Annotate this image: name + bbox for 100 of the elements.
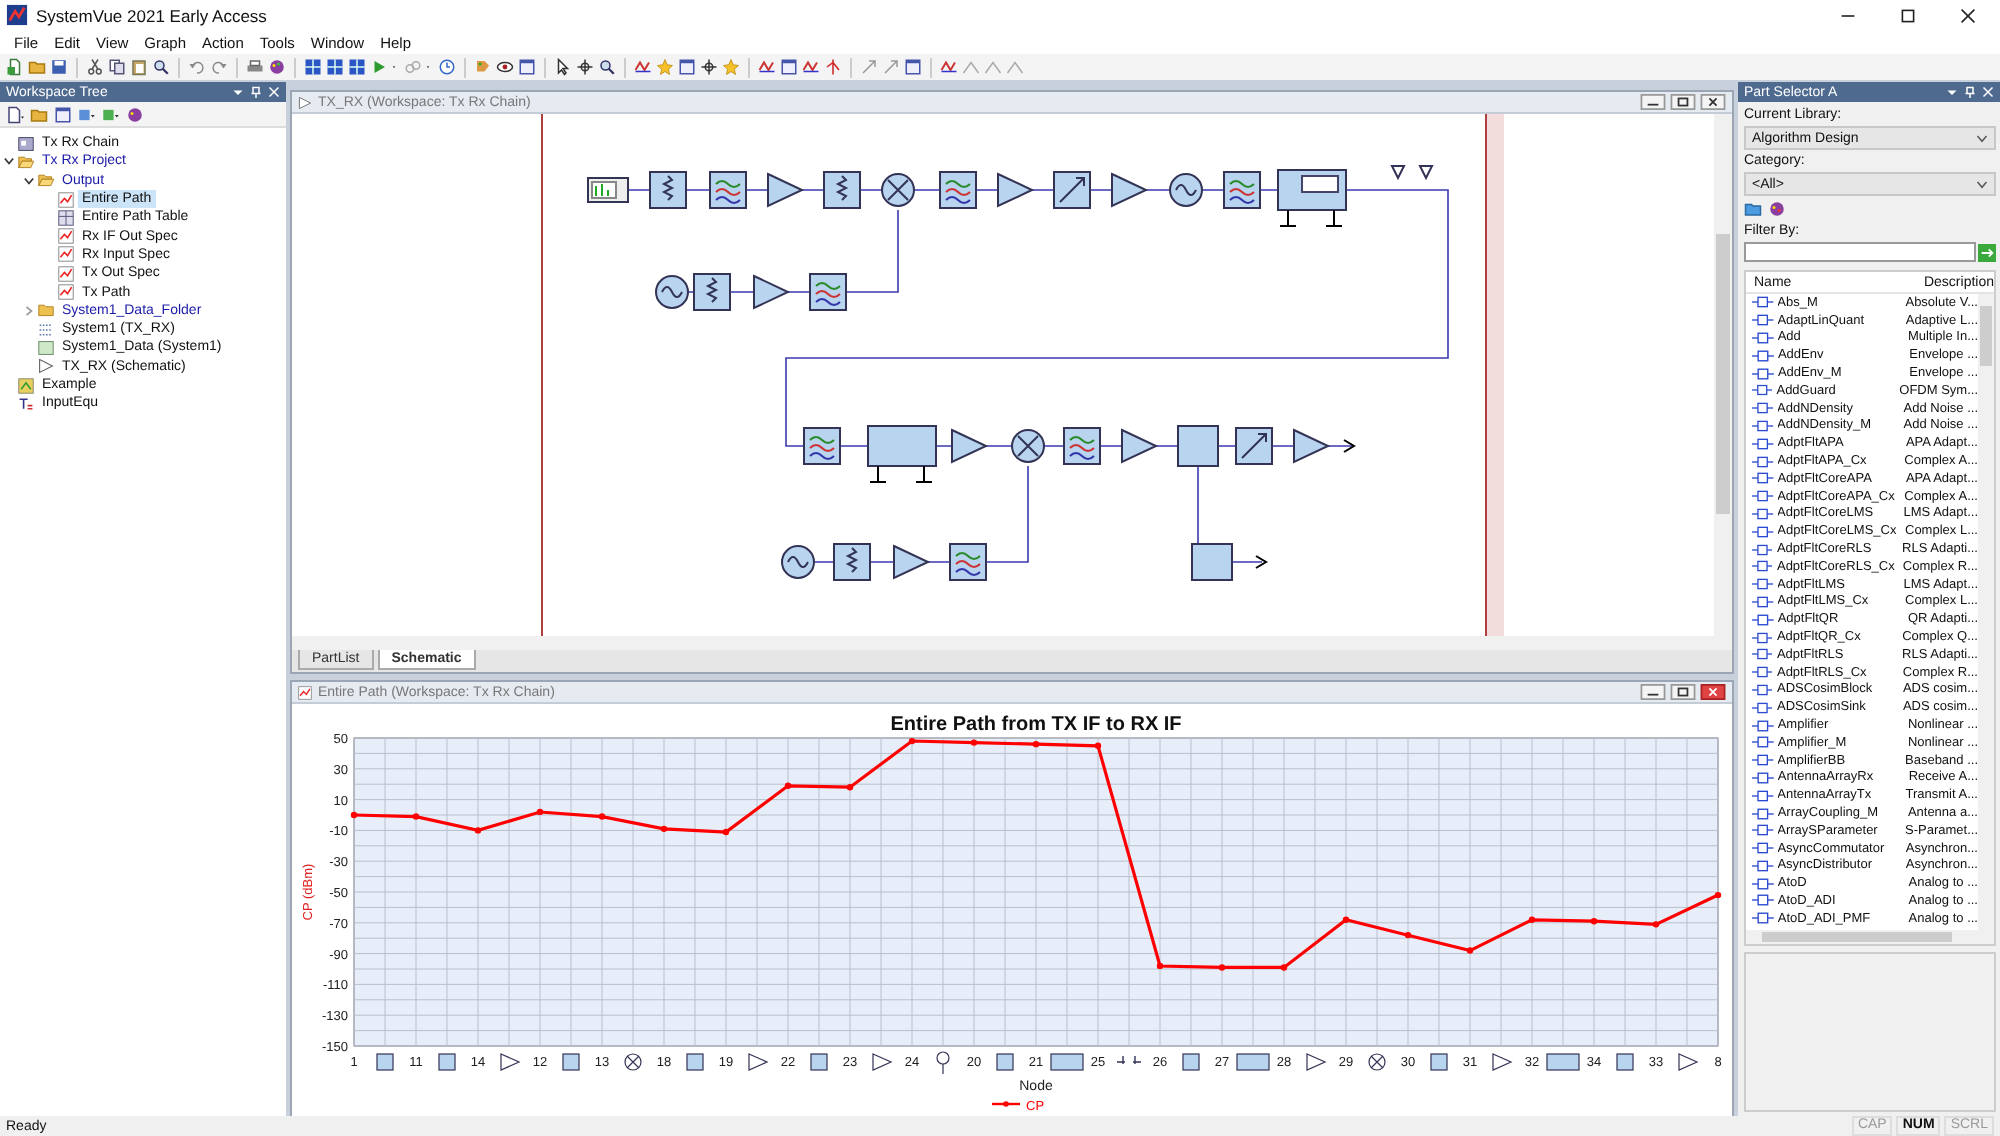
cut-icon[interactable] [86,58,104,76]
filter-block-icon [810,1053,828,1071]
equation-icon [18,395,34,412]
star-icon[interactable] [722,58,740,76]
paste-icon[interactable] [130,58,148,76]
data-point [970,739,978,746]
filter-field[interactable] [1744,242,1976,262]
expanded-caret-icon[interactable] [4,156,14,167]
eye-icon[interactable] [496,58,514,76]
part-icon [1752,824,1774,837]
palette-icon[interactable] [1768,200,1786,218]
data-point [722,828,730,836]
part-icon [1752,560,1773,573]
data-point [1714,891,1722,899]
part-icon [1752,754,1774,767]
data-point [1652,921,1660,928]
amplifier-icon [1678,1053,1699,1071]
wave-icon[interactable] [802,58,820,76]
part-icon [1752,771,1774,784]
table-icon [58,209,74,226]
window-icon[interactable] [518,58,536,76]
line-icon[interactable] [860,58,878,76]
schematic-icon [38,358,54,375]
minimize-icon[interactable] [1640,684,1666,700]
open-folder-icon[interactable] [1744,200,1762,218]
palette-icon[interactable] [126,105,144,123]
copy-icon[interactable] [108,58,126,76]
data-point [1032,740,1040,748]
part-icon [1752,314,1774,327]
part-icon [1752,455,1774,468]
add-icon[interactable] [102,105,120,123]
part-icon [1752,437,1774,450]
part-icon [1752,648,1773,661]
data-point [846,784,854,791]
close-icon[interactable] [1960,7,1976,23]
line-icon[interactable] [882,58,900,76]
data-point [908,737,916,745]
move-icon[interactable] [576,58,594,76]
restore-icon[interactable] [1670,94,1696,110]
part-icon [1752,543,1773,556]
graph-icon [298,685,312,699]
part-icon [1752,666,1773,679]
new-file-icon[interactable] [6,58,24,76]
part-icon [1752,683,1773,696]
pointer-icon[interactable] [554,58,572,76]
filter-block-icon [996,1053,1014,1071]
caret-icon[interactable] [232,86,244,98]
filter-block-icon [686,1053,704,1071]
window-title: SystemVue 2021 Early Access [36,5,267,25]
part-icon [1752,367,1774,380]
mixer-icon [1368,1053,1386,1071]
maximize-icon[interactable] [1900,7,1916,23]
apply-filter-icon[interactable] [1978,243,1996,261]
close-icon[interactable] [1700,684,1726,700]
restore-icon[interactable] [1670,684,1696,700]
data-point [784,782,792,789]
window-icon[interactable] [54,105,72,123]
expanded-caret-icon[interactable] [24,175,34,186]
collapsed-caret-icon[interactable] [24,305,34,316]
data-point [598,813,606,820]
minimize-icon[interactable] [1640,94,1666,110]
data-point [1280,964,1288,971]
part-icon [1752,894,1774,907]
part-icon [1752,877,1774,890]
undo-icon[interactable] [188,58,206,76]
amplifier-icon [500,1053,521,1071]
antenna-icon [936,1051,950,1075]
find-icon[interactable] [152,58,170,76]
zoom-icon[interactable] [598,58,616,76]
wave-icon[interactable] [758,58,776,76]
redo-icon[interactable] [210,58,228,76]
part-icon [1752,384,1773,397]
close-icon[interactable] [1700,94,1726,110]
data-icon [38,339,54,356]
data-point [1466,947,1474,954]
print-icon[interactable] [246,58,264,76]
filter-block-icon [376,1053,394,1071]
amplifier-icon [872,1053,893,1071]
caret-icon[interactable] [1946,86,1958,98]
filter-block-icon [438,1053,456,1071]
pin-icon[interactable] [250,86,262,98]
marker-icon[interactable] [824,58,842,76]
part-icon [1752,736,1774,749]
star-icon[interactable] [656,58,674,76]
new-item-icon[interactable] [6,105,24,123]
grid-icon[interactable] [326,58,344,76]
clock-icon[interactable] [438,58,456,76]
list-icon[interactable] [78,105,96,123]
wave-icon[interactable] [940,58,958,76]
chart-title: Entire Path from TX IF to RX IF [890,714,1182,736]
grid-icon[interactable] [348,58,366,76]
grid-icon[interactable] [304,58,322,76]
palette-icon[interactable] [268,58,286,76]
part-icon [1752,578,1774,591]
amplifier-icon [1306,1053,1327,1071]
wave-icon[interactable] [634,58,652,76]
open-folder-icon[interactable] [28,58,46,76]
play-icon[interactable] [370,58,388,76]
pin-icon[interactable] [1964,86,1976,98]
save-icon[interactable] [50,58,68,76]
